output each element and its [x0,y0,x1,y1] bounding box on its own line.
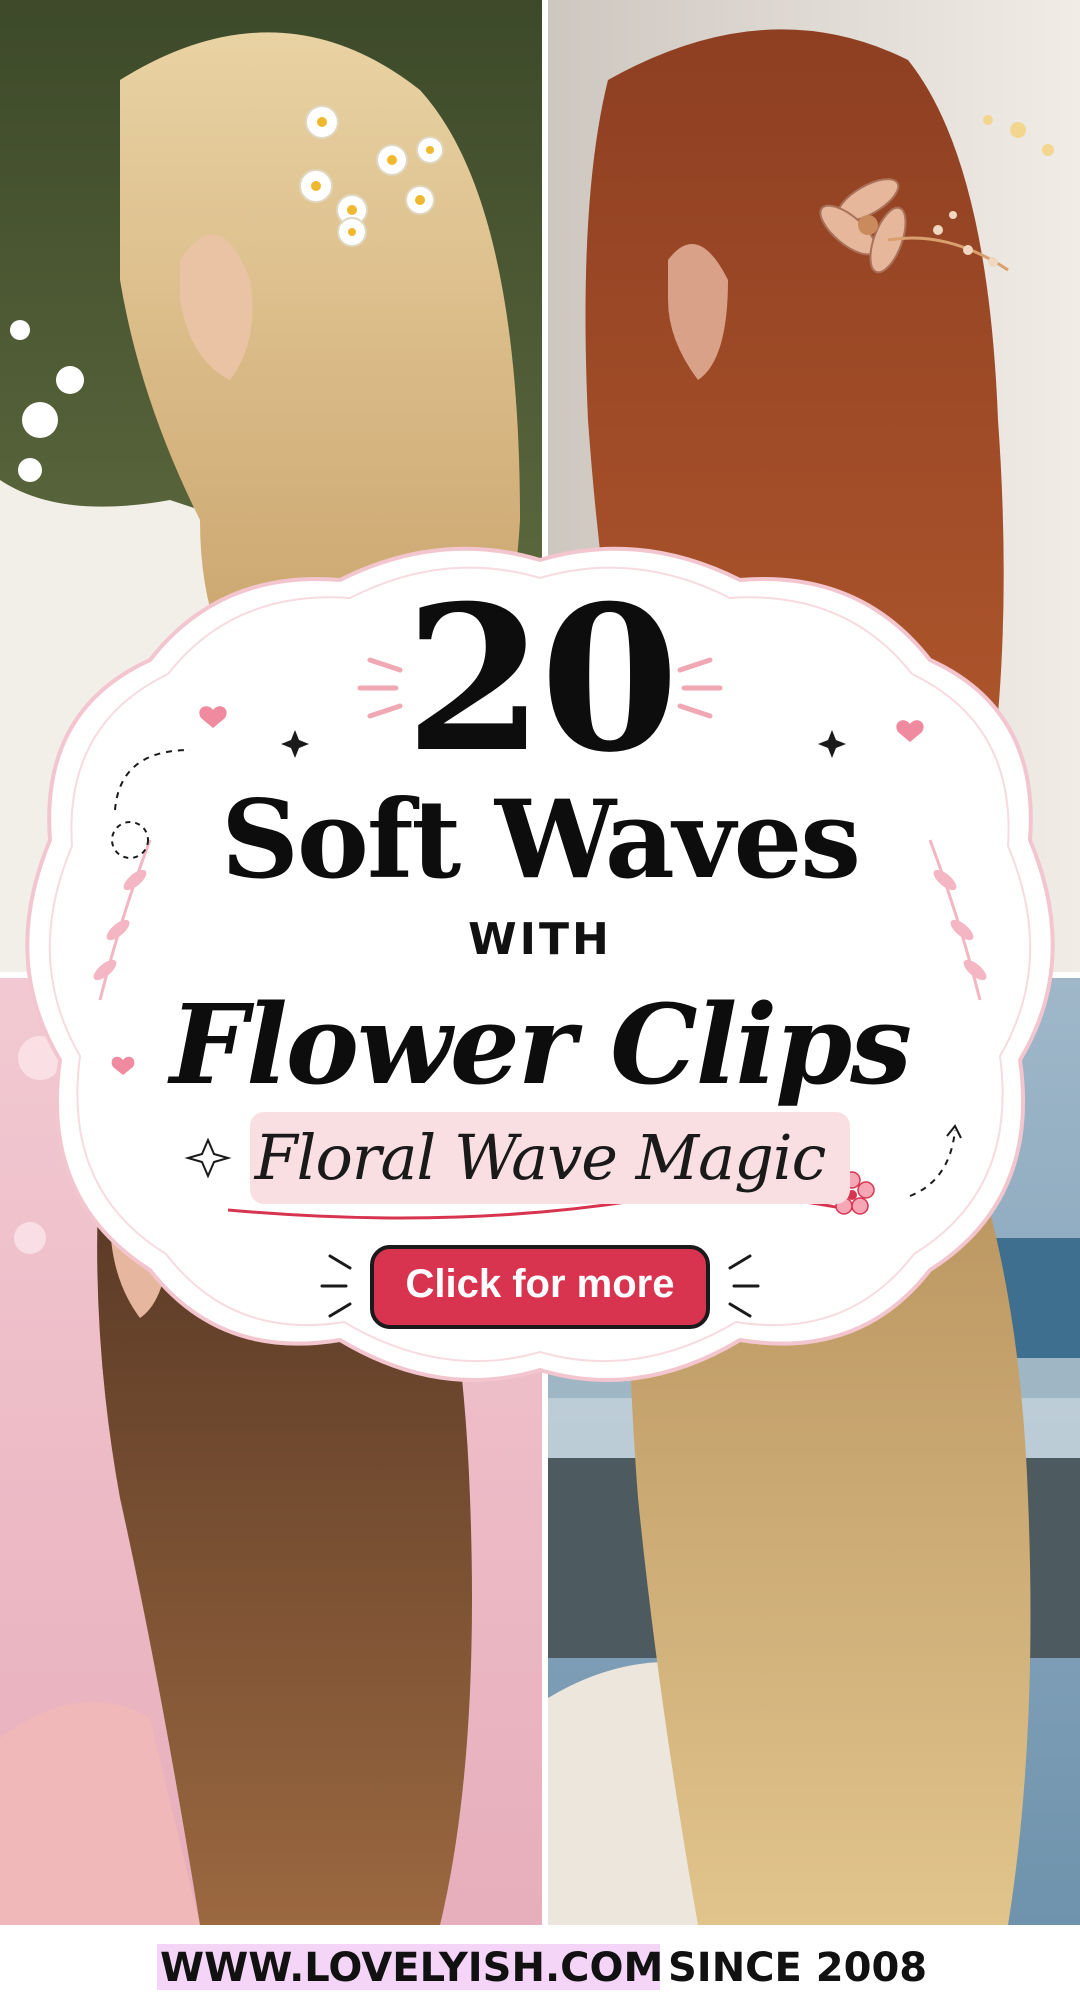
tagline: Floral Wave Magic [254,1121,827,1194]
title-badge: 20 Soft Waves WITH Flower Clips Floral W… [0,540,1080,1420]
click-for-more-label[interactable]: Click for more [370,1252,710,1316]
headline-connector: WITH [468,914,612,965]
headline-subtitle: Flower Clips [169,980,912,1109]
since-label: SINCE 2008 [668,1945,928,1991]
headline-title: Soft Waves [220,777,861,903]
website-url[interactable]: WWW.LOVELYISH.COM [160,1942,663,1994]
headline-number: 20 [404,562,679,797]
